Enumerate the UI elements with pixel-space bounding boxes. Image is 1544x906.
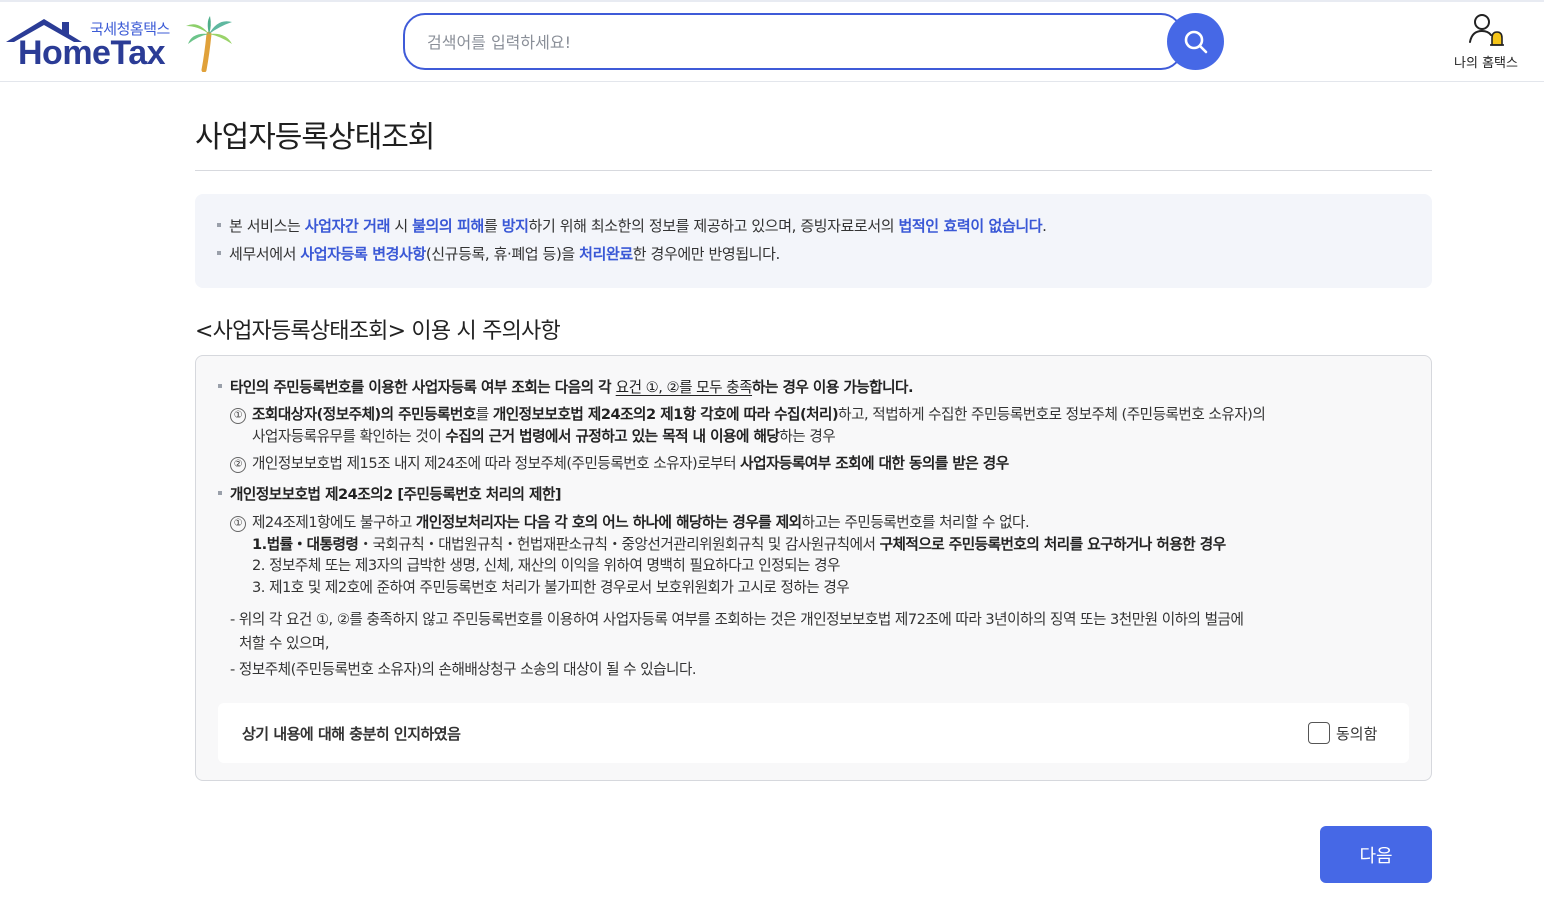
notice-text: 세무서에서 [229, 245, 301, 263]
law-item-1: 1.법률・대통령령・국회규칙・대법원규칙・헌법재판소규칙・중앙선거관리위원회규칙… [252, 535, 1226, 555]
notice-line-2: 세무서에서 사업자등록 변경사항(신규등록, 휴·폐업 등)을 처리완료한 경우… [213, 242, 1432, 270]
caution-text: 제24조제1항에도 불구하고 [252, 514, 416, 531]
penalty-note-2: - 정보주체(주민등록번호 소유자)의 손해배상청구 소송의 대상이 될 수 있… [230, 661, 697, 678]
notice-text: . [1042, 217, 1047, 235]
caution-section-title: <사업자등록상태조회> 이용 시 주의사항 [195, 319, 561, 344]
caution-underline-text: 요건 ①, ②를 모두 충족 [615, 379, 753, 396]
notice-text: 를 [483, 217, 502, 235]
notice-highlight: 사업자등록 변경사항 [300, 245, 426, 263]
number-2-icon: ② [230, 457, 246, 473]
caution-bold: 개인정보보호법 제24조의2 제1항 각호에 따라 수집(처리) [492, 406, 839, 423]
caution-text: 타인의 주민등록번호를 이용한 사업자등록 여부 조회는 다음의 각 [230, 379, 616, 396]
notice-highlight: 방지 [501, 217, 529, 235]
requirement-1-cont: 사업자등록유무를 확인하는 것이 수집의 근거 법령에서 규정하고 있는 목적 … [252, 427, 836, 447]
caution-text: 하고는 주민등록번호를 처리할 수 없다. [801, 514, 1030, 531]
notice-highlight: 사업자간 거래 [304, 217, 391, 235]
notice-highlight: 처리완료 [579, 245, 633, 263]
caution-bullet-1: 타인의 주민등록번호를 이용한 사업자등록 여부 조회는 다음의 각 요건 ①,… [214, 378, 914, 398]
number-1-icon: ① [230, 408, 246, 424]
notice-highlight: 불의의 피해 [412, 217, 484, 235]
logo-title: HomeTax [18, 34, 166, 72]
requirement-2: ② 개인정보보호법 제15조 내지 제24조에 따라 정보주체(주민등록번호 소유… [230, 454, 1009, 474]
caution-text: 개인정보보호법 제15조 내지 제24조에 따라 정보주체(주민등록번호 소유자… [252, 455, 741, 472]
penalty-note-1-cont: 처할 수 있으며, [239, 635, 329, 652]
caution-bold: 1.법률・대통령령 [252, 536, 359, 553]
notice-text: 시 [389, 217, 413, 235]
notice-line-1: 본 서비스는 사업자간 거래 시 불의의 피해를 방지하기 위해 최소한의 정보… [213, 214, 1432, 242]
caution-bold: 개인정보보호법 제24조의2 [주민등록번호 처리의 제한] [230, 486, 562, 503]
caution-box: 타인의 주민등록번호를 이용한 사업자등록 여부 조회는 다음의 각 요건 ①,… [195, 355, 1432, 781]
caution-bullet-2: 개인정보보호법 제24조의2 [주민등록번호 처리의 제한] [214, 485, 562, 505]
law-clause-1: ① 제24조제1항에도 불구하고 개인정보처리자는 다음 각 호의 어느 하나에 … [230, 513, 1030, 533]
search-icon [1184, 30, 1207, 53]
my-hometax-label: 나의 홈택스 [1454, 56, 1518, 71]
caution-bold: 개인정보처리자는 다음 각 호의 어느 하나에 해당하는 경우를 제외 [415, 514, 802, 531]
caution-text: 를 [475, 406, 493, 423]
number-1-icon: ① [230, 516, 246, 532]
next-button[interactable]: 다음 [1320, 826, 1432, 883]
law-item-2: 2. 정보주체 또는 제3자의 급박한 생명, 신체, 재산의 이익을 위하여 … [252, 557, 840, 574]
user-bell-icon [1469, 14, 1504, 46]
service-notice: 본 서비스는 사업자간 거래 시 불의의 피해를 방지하기 위해 최소한의 정보… [195, 194, 1432, 288]
caution-text: 하는 경우 [779, 428, 836, 445]
caution-bold: 조회대상자(정보주체)의 주민등록번호 [252, 406, 476, 423]
bullet-icon [217, 222, 221, 227]
caution-text: 하고, 적법하게 수집한 주민등록번호로 정보주체 (주민등록번호 소유자)의 [838, 406, 1266, 423]
agree-checkbox[interactable]: 동의함 [1308, 721, 1377, 745]
notice-text: 하기 위해 최소한의 정보를 제공하고 있으며, 증빙자료로서의 [528, 217, 899, 235]
penalty-note-1: - 위의 각 요건 ①, ②를 충족하지 않고 주민등록번호를 이용하여 사업자… [230, 611, 1244, 628]
agree-checkbox-label[interactable]: 동의함 [1336, 723, 1377, 744]
page-title: 사업자등록상태조회 [195, 120, 435, 155]
my-hometax-button[interactable]: 나의 홈택스 [1444, 12, 1528, 72]
caution-bold: 구체적으로 주민등록번호의 처리를 요구하거나 허용한 경우 [879, 536, 1227, 553]
caution-text: 사업자등록유무를 확인하는 것이 [252, 428, 446, 445]
search-input[interactable] [427, 29, 1147, 55]
notice-text: 한 경우에만 반영됩니다. [632, 245, 781, 263]
notice-highlight: 법적인 효력이 없습니다 [898, 217, 1043, 235]
title-divider [195, 170, 1432, 171]
top-header: 국세청홈택스 HomeTax 나의 홈택스 [0, 0, 1544, 82]
caution-bold: 사업자등록여부 조회에 대한 동의를 받은 경우 [740, 455, 1009, 472]
bullet-icon [218, 491, 222, 495]
law-item-3: 3. 제1호 및 제2호에 준하여 주민등록번호 처리가 불가피한 경우로서 보… [252, 579, 850, 596]
bullet-icon [218, 384, 222, 388]
caution-text: 하는 경우 이용 가능합니다. [752, 379, 914, 396]
caution-text: ・국회규칙・대법원규칙・헌법재판소규칙・중앙선거관리위원회규칙 및 감사원규칙에… [358, 536, 880, 553]
caution-bold: 수집의 근거 법령에서 규정하고 있는 목적 내 이용에 해당 [445, 428, 780, 445]
search-button[interactable] [1167, 13, 1224, 70]
search-box [403, 13, 1183, 70]
agreement-text: 상기 내용에 대해 충분히 인지하였음 [242, 725, 461, 743]
notice-text: 본 서비스는 [229, 217, 305, 235]
checkbox-square[interactable] [1308, 722, 1330, 744]
notice-text: (신규등록, 휴·폐업 등)을 [425, 245, 580, 263]
bullet-icon [217, 250, 221, 255]
agreement-row: 상기 내용에 대해 충분히 인지하였음 동의함 [218, 703, 1409, 763]
requirement-1: ① 조회대상자(정보주체)의 주민등록번호를 개인정보보호법 제24조의2 제1항… [230, 405, 1266, 425]
hometax-logo[interactable]: 국세청홈택스 HomeTax [4, 14, 234, 74]
palm-tree-icon [186, 16, 232, 72]
top-accent-line [0, 0, 1544, 2]
